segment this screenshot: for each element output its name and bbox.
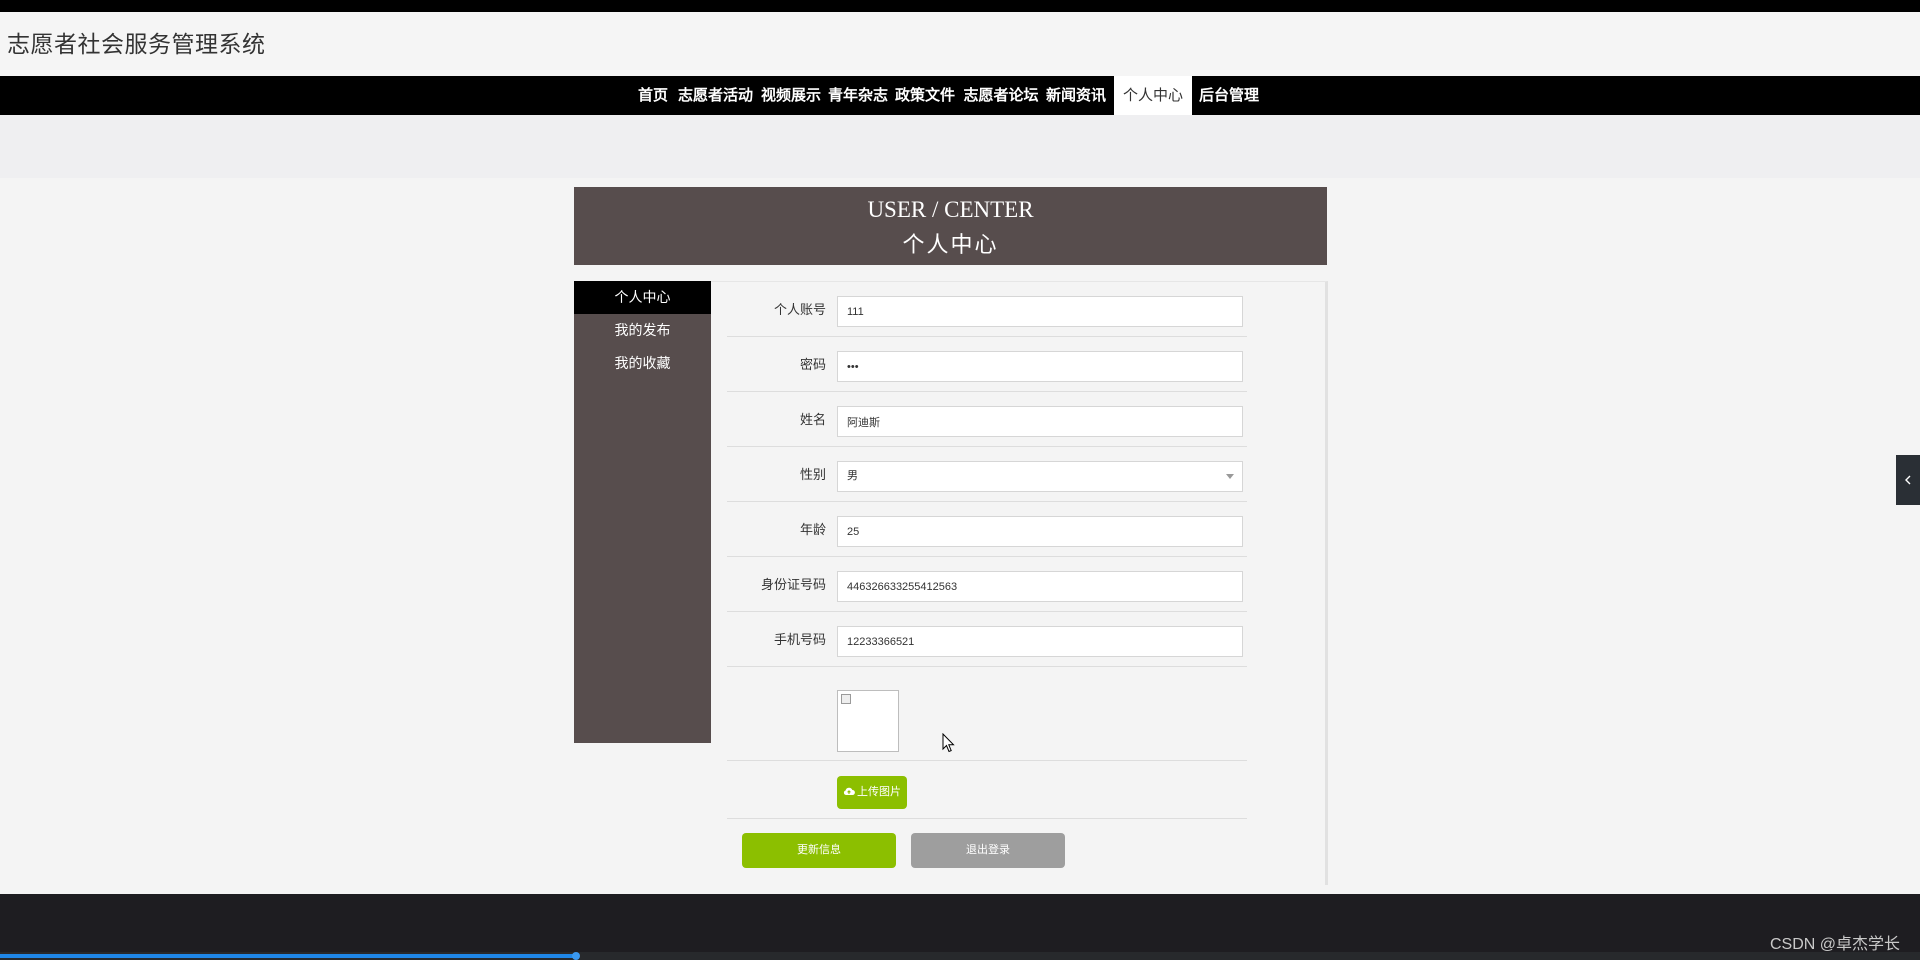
gender-select[interactable]: 男 bbox=[837, 461, 1243, 492]
footer bbox=[0, 894, 1920, 952]
top-strip bbox=[0, 0, 1920, 12]
form-row-password: 密码 bbox=[727, 337, 1247, 392]
side-item-user-center[interactable]: 个人中心 bbox=[574, 281, 711, 314]
chevron-down-icon bbox=[1226, 474, 1234, 479]
logout-button[interactable]: 退出登录 bbox=[911, 833, 1065, 868]
id-card-input[interactable] bbox=[837, 571, 1243, 602]
video-progress-bar[interactable] bbox=[0, 952, 1920, 960]
account-input[interactable] bbox=[837, 296, 1243, 327]
gender-label: 性别 bbox=[799, 467, 826, 482]
broken-image-icon bbox=[841, 694, 851, 704]
nav-item-home[interactable]: 首页 bbox=[636, 76, 670, 115]
update-info-button[interactable]: 更新信息 bbox=[742, 833, 896, 868]
cloud-upload-icon bbox=[843, 787, 855, 795]
form-row-account: 个人账号 bbox=[727, 282, 1247, 337]
form-row-phone: 手机号码 bbox=[727, 612, 1247, 667]
form-row-gender: 性别 男 bbox=[727, 447, 1247, 502]
upload-image-button[interactable]: 上传图片 bbox=[837, 776, 907, 809]
phone-input[interactable] bbox=[837, 626, 1243, 657]
side-item-my-posts[interactable]: 我的发布 bbox=[574, 314, 711, 347]
site-title: 志愿者社会服务管理系统 bbox=[7, 31, 266, 57]
page-heading-zh: 个人中心 bbox=[902, 232, 999, 257]
site-header: 志愿者社会服务管理系统 bbox=[0, 12, 1920, 76]
video-progress-knob[interactable] bbox=[572, 952, 580, 960]
watermark: CSDN @卓杰学长 bbox=[1769, 936, 1900, 953]
form-row-id-card: 身份证号码 bbox=[727, 557, 1247, 612]
side-item-my-favorites[interactable]: 我的收藏 bbox=[574, 347, 711, 380]
gender-selected-value: 男 bbox=[847, 470, 858, 482]
form-row-age: 年龄 bbox=[727, 502, 1247, 557]
name-input[interactable] bbox=[837, 406, 1243, 437]
upload-image-label: 上传图片 bbox=[857, 786, 901, 798]
age-label: 年龄 bbox=[799, 522, 826, 537]
nav-item-volunteer-activities[interactable]: 志愿者活动 bbox=[676, 76, 755, 115]
nav-item-volunteer-forum[interactable]: 志愿者论坛 bbox=[961, 76, 1041, 115]
password-input[interactable] bbox=[837, 351, 1243, 382]
avatar-image bbox=[837, 690, 899, 752]
main-nav: 首页 志愿者活动 视频展示 青年杂志 政策文件 志愿者论坛 新闻资讯 个人中心 … bbox=[0, 76, 1920, 115]
form-row-upload: 上传图片 bbox=[727, 761, 1247, 819]
password-label: 密码 bbox=[799, 357, 826, 372]
chevron-left-icon bbox=[1905, 475, 1911, 485]
nav-item-news[interactable]: 新闻资讯 bbox=[1044, 76, 1108, 115]
page-heading-en: USER / CENTER bbox=[867, 197, 1034, 222]
nav-item-youth-magazine[interactable]: 青年杂志 bbox=[826, 76, 890, 115]
profile-form: 个人账号 密码 姓名 性别 男 年龄 身份证号码 手机号码 bbox=[711, 281, 1328, 885]
side-menu: 个人中心 我的发布 我的收藏 bbox=[574, 281, 711, 743]
id-card-label: 身份证号码 bbox=[760, 577, 826, 592]
side-panel-toggle[interactable] bbox=[1896, 455, 1920, 505]
age-input[interactable] bbox=[837, 516, 1243, 547]
phone-label: 手机号码 bbox=[773, 632, 826, 647]
nav-item-videos[interactable]: 视频展示 bbox=[759, 76, 823, 115]
nav-item-policy-files[interactable]: 政策文件 bbox=[893, 76, 957, 115]
name-label: 姓名 bbox=[799, 412, 826, 427]
nav-item-admin[interactable]: 后台管理 bbox=[1196, 76, 1262, 115]
video-progress-fill bbox=[0, 954, 576, 958]
account-label: 个人账号 bbox=[773, 302, 826, 317]
banner bbox=[0, 115, 1920, 178]
nav-item-user-center[interactable]: 个人中心 bbox=[1114, 76, 1192, 115]
form-row-avatar bbox=[727, 677, 1247, 761]
mouse-cursor-icon bbox=[942, 733, 955, 753]
form-row-name: 姓名 bbox=[727, 392, 1247, 447]
page-heading: USER / CENTER 个人中心 bbox=[574, 187, 1327, 265]
